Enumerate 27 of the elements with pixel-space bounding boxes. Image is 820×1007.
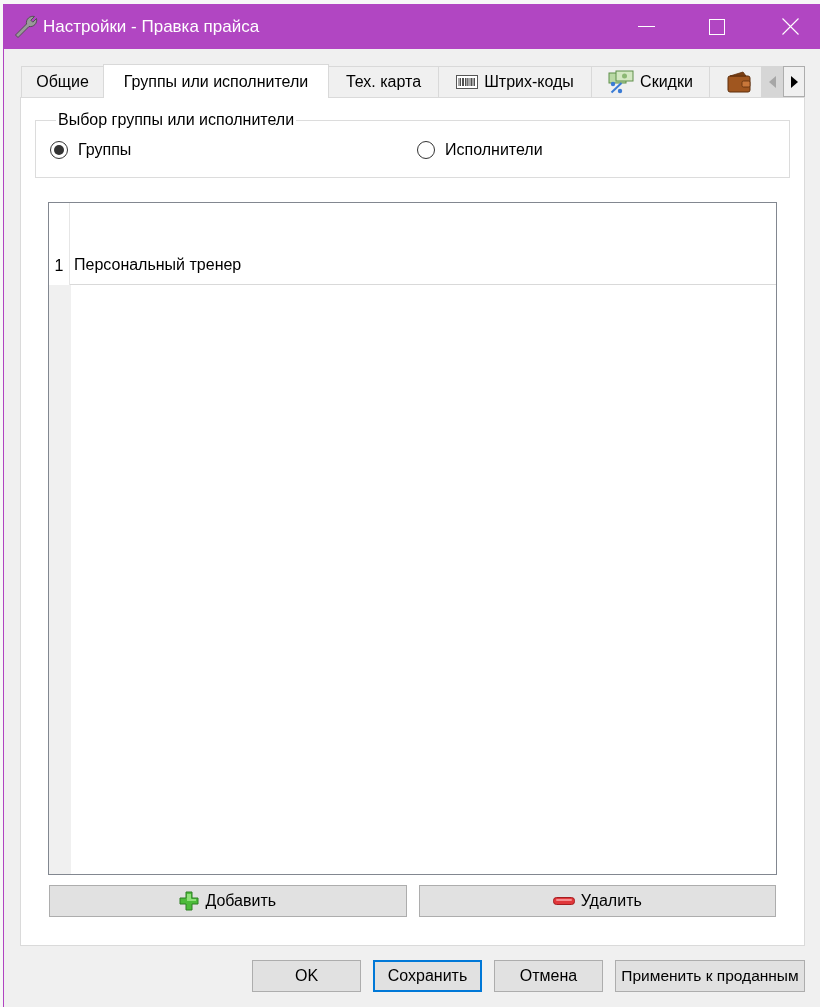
barcode-icon — [456, 75, 479, 89]
minus-icon — [552, 897, 575, 905]
scroll-right-button[interactable] — [783, 66, 805, 97]
window-title: Настройки - Правка прайса — [43, 16, 260, 37]
close-icon[interactable] — [782, 18, 799, 35]
dialog-button[interactable]: OK — [252, 960, 361, 992]
triangle-right-icon — [790, 75, 798, 88]
dialog-button[interactable]: Применить к проданным — [615, 960, 805, 992]
add-button[interactable]: Добавить — [49, 885, 407, 917]
tab[interactable]: Общие — [21, 66, 104, 97]
dialog-button[interactable]: Отмена — [494, 960, 603, 992]
radio-label[interactable]: Группы — [78, 141, 132, 159]
banknote-percent-icon — [608, 70, 635, 94]
wrench-icon — [14, 14, 38, 39]
tab[interactable]: Скидки — [591, 66, 710, 97]
table-cell[interactable]: Персональный тренер — [70, 203, 776, 285]
triangle-left-icon — [768, 75, 776, 88]
group-box-title: Выбор группы или исполнители — [57, 111, 296, 129]
radio-label[interactable]: Исполнители — [445, 141, 543, 159]
radio-button[interactable] — [417, 141, 435, 159]
delete-button[interactable]: Удалить — [418, 885, 776, 917]
tab[interactable]: Группы или исполнители — [103, 64, 329, 98]
dialog-button[interactable]: Сохранить — [373, 960, 482, 992]
maximize-icon[interactable] — [709, 18, 725, 35]
radio-button[interactable] — [50, 141, 68, 159]
wallet-icon — [727, 71, 751, 93]
plus-icon — [179, 891, 200, 911]
